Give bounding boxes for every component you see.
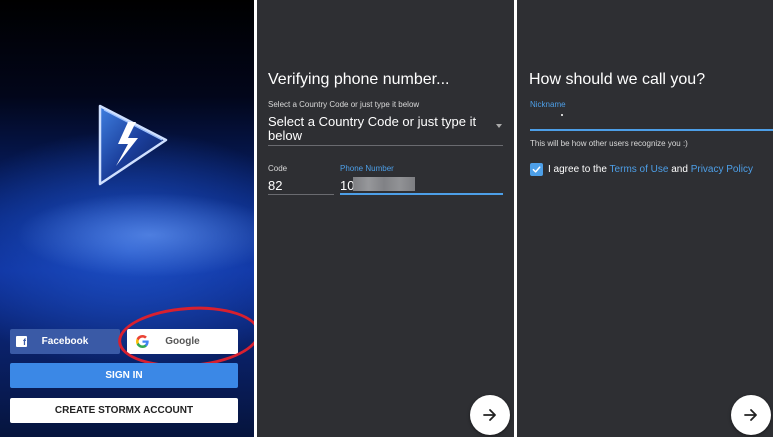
nickname-label: Nickname xyxy=(530,100,566,109)
login-screen: f Facebook Google SIGN IN CREATE STORMX … xyxy=(0,0,254,437)
next-button[interactable] xyxy=(470,395,510,435)
verify-phone-screen: Verifying phone number... Select a Count… xyxy=(257,0,514,437)
check-icon xyxy=(532,166,541,173)
nickname-input[interactable] xyxy=(530,129,773,131)
privacy-policy-link[interactable]: Privacy Policy xyxy=(691,164,753,175)
country-code-hint: Select a Country Code or just type it be… xyxy=(268,100,420,109)
phone-number-label: Phone Number xyxy=(340,164,394,173)
text-cursor xyxy=(561,114,563,116)
agree-and: and xyxy=(671,164,688,175)
agree-prefix: I agree to the xyxy=(548,164,607,175)
create-account-button[interactable]: CREATE STORMX ACCOUNT xyxy=(10,398,238,423)
page-title: How should we call you? xyxy=(529,71,706,88)
stormx-logo xyxy=(98,104,168,186)
phone-number-underline xyxy=(340,193,503,195)
facebook-button-label: Facebook xyxy=(41,336,89,347)
page-title: Verifying phone number... xyxy=(268,71,450,88)
sign-in-button[interactable]: SIGN IN xyxy=(10,363,238,388)
code-input[interactable]: 82 xyxy=(268,178,282,193)
nickname-helper-text: This will be how other users recognize y… xyxy=(530,139,688,148)
arrow-right-icon xyxy=(483,409,496,421)
code-underline xyxy=(268,194,334,195)
facebook-button[interactable]: f Facebook xyxy=(10,329,120,354)
dropdown-caret-icon xyxy=(496,124,502,128)
country-code-select[interactable]: Select a Country Code or just type it be… xyxy=(268,115,493,143)
agree-text: I agree to the Terms of Use and Privacy … xyxy=(548,164,753,175)
agree-checkbox[interactable] xyxy=(530,163,543,176)
facebook-icon: f xyxy=(16,336,27,347)
country-select-underline xyxy=(268,145,503,146)
next-button[interactable] xyxy=(731,395,771,435)
terms-of-use-link[interactable]: Terms of Use xyxy=(610,164,669,175)
arrow-right-icon xyxy=(744,409,757,421)
highlight-circle xyxy=(116,302,254,372)
code-label: Code xyxy=(268,164,288,173)
nickname-screen: How should we call you? Nickname This wi… xyxy=(517,0,773,437)
redacted-phone-digits xyxy=(353,177,415,191)
